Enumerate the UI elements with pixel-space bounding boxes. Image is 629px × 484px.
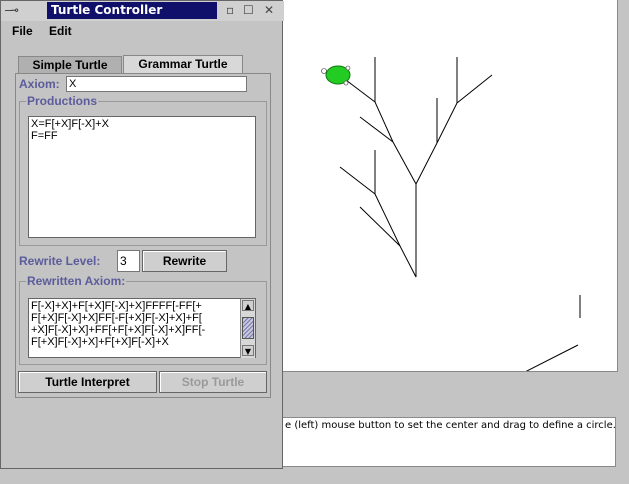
tab-simple-turtle[interactable]: Simple Turtle [18,56,122,73]
window-edge [283,469,629,484]
scroll-down-icon[interactable]: ▼ [242,345,254,356]
scroll-thumb[interactable] [242,317,254,339]
axiom-label: Axiom: [19,77,60,91]
turtle-drawing-canvas[interactable] [276,0,618,372]
rewrite-button[interactable]: Rewrite [142,250,227,272]
rewritten-axiom-label: Rewritten Axiom: [26,274,127,288]
turtle-controller-window: —⊸ Turtle Controller ▫ ☐ ✕ File Edit Sim… [0,0,284,469]
minimize-icon[interactable]: ▫ [226,2,234,19]
titlebar[interactable]: —⊸ Turtle Controller ▫ ☐ ✕ [1,1,284,21]
rewrite-level-input[interactable]: 3 [117,250,140,272]
tab-grammar-turtle[interactable]: Grammar Turtle [123,55,243,74]
rewritten-scrollbar[interactable]: ▲ ▼ [240,299,255,358]
window-menu-icon[interactable]: —⊸ [5,3,18,17]
productions-textarea[interactable]: X=F[+X]F[-X]+X F=FF [28,116,256,238]
menu-edit[interactable]: Edit [49,24,72,38]
maximize-icon[interactable]: ☐ [243,2,254,19]
menu-file[interactable]: File [12,24,33,38]
close-icon[interactable]: ✕ [264,2,274,19]
rewritten-axiom-textarea[interactable]: F[-X]+X]+F[+X]F[-X]+X]FFFF[-FF[+ F[+X]F[… [28,298,256,358]
stop-turtle-button[interactable]: Stop Turtle [159,371,267,393]
menubar: File Edit [1,21,284,43]
rewrite-level-label: Rewrite Level: [19,254,101,268]
turtle-interpret-button[interactable]: Turtle Interpret [18,371,157,393]
turtle-tree-drawing [337,57,581,371]
axiom-input[interactable]: X [66,76,247,92]
turtle-icon [321,65,351,86]
window-title: Turtle Controller [47,2,217,19]
scroll-up-icon[interactable]: ▲ [242,300,254,311]
productions-label: Productions [26,94,99,108]
status-hint: e (left) mouse button to set the center … [276,417,616,467]
